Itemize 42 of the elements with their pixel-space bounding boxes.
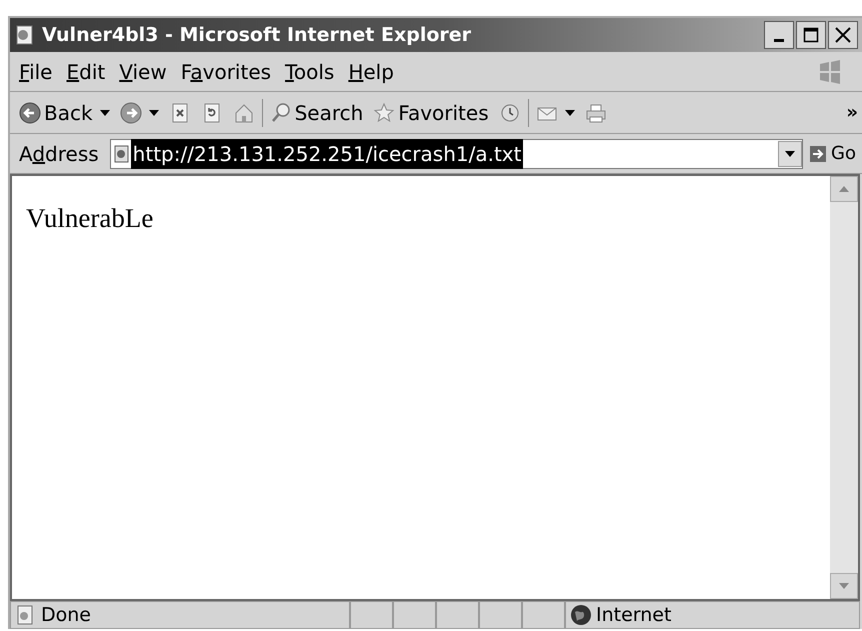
- menu-item[interactable]: Help: [341, 54, 401, 88]
- close-button[interactable]: [828, 21, 858, 49]
- menu-item[interactable]: File: [12, 54, 60, 88]
- caret-icon: [100, 110, 110, 116]
- minimize-icon: [774, 38, 784, 42]
- status-pane: [393, 601, 436, 629]
- star-icon: [373, 102, 396, 124]
- caret-icon: [148, 110, 159, 116]
- favorites-button[interactable]: Favorites: [370, 96, 492, 128]
- menu-item[interactable]: Favorites: [174, 54, 278, 88]
- menu-item[interactable]: View: [112, 54, 174, 88]
- caret-icon: [785, 150, 796, 156]
- globe-icon: [570, 604, 592, 626]
- address-label: Address: [18, 140, 100, 168]
- toolbar-overflow[interactable]: »: [846, 99, 858, 126]
- minimize-button[interactable]: [764, 21, 794, 49]
- up-arrow-icon: [839, 186, 849, 192]
- dropdown-button[interactable]: [778, 140, 802, 166]
- go-button[interactable]: Go: [807, 140, 858, 167]
- status-text: Done: [41, 602, 91, 628]
- house-icon: [232, 102, 255, 124]
- maximize-icon: [803, 27, 819, 43]
- document-icon: [112, 144, 131, 162]
- url-text: http://213.131.252.251/icecrash1/a.txt: [130, 138, 524, 168]
- status-pane: [479, 601, 522, 629]
- printer-icon: [584, 102, 607, 124]
- maximize-button[interactable]: [796, 21, 826, 49]
- back-button[interactable]: Back: [16, 96, 113, 128]
- page-icon: [15, 605, 35, 625]
- caret-icon: [564, 110, 575, 116]
- window-title: Vulner4bl3 - Microsoft Internet Explorer: [42, 22, 472, 48]
- search-button[interactable]: Search: [266, 96, 366, 128]
- down-arrow-icon: [839, 583, 849, 589]
- close-icon: [834, 26, 852, 44]
- page-text: VulnerabLe: [26, 203, 154, 233]
- clock-icon: [498, 102, 521, 124]
- status-pane: [436, 601, 479, 629]
- menu-item[interactable]: Tools: [278, 54, 342, 88]
- search-icon: [270, 102, 292, 124]
- zone-text: Internet: [596, 602, 672, 628]
- menu-item[interactable]: Edit: [59, 54, 112, 88]
- address-field[interactable]: http://213.131.252.251/icecrash1/a.txt: [110, 138, 804, 168]
